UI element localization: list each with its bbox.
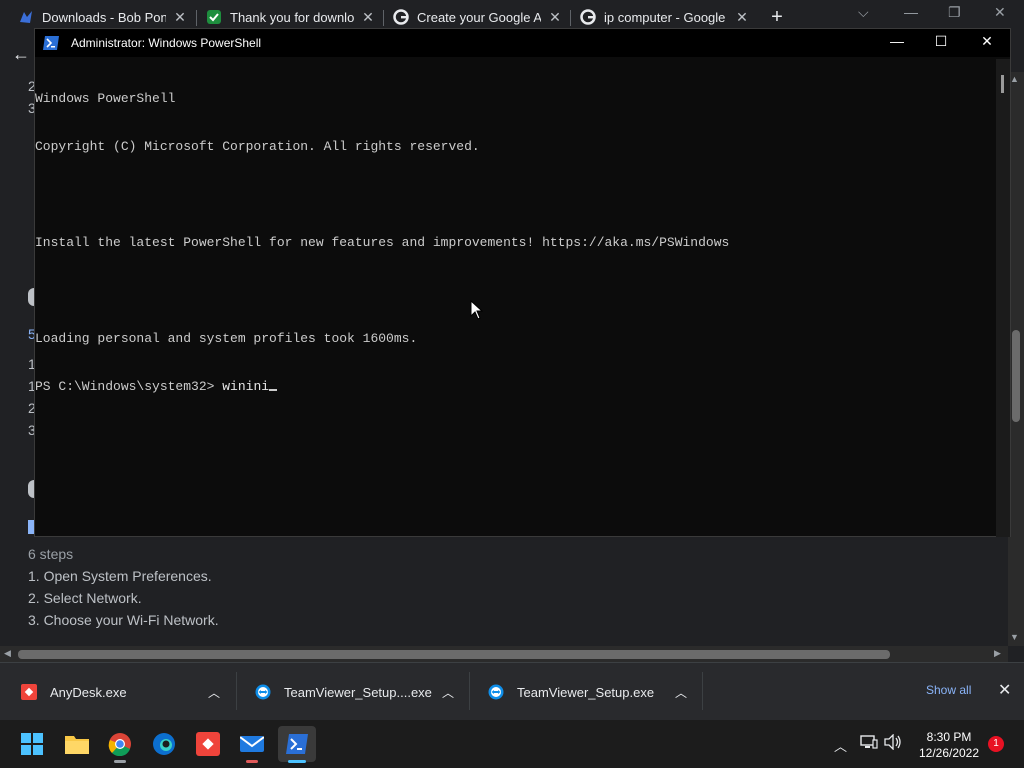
teamviewer-icon <box>487 683 505 701</box>
tab-title: ip computer - Google S <box>604 9 728 25</box>
chevron-up-icon[interactable]: ︿ <box>208 684 220 701</box>
tab-downloads-bob-pony[interactable]: Downloads - Bob Pony ✕ <box>8 4 188 30</box>
tab-search-chevron-icon[interactable]: ⌵ <box>858 4 869 21</box>
minimize-button[interactable]: — <box>883 33 911 49</box>
powershell-window[interactable]: Administrator: Windows PowerShell — ☐ ✕ … <box>34 28 1011 537</box>
chevron-up-icon[interactable]: ︿ <box>675 684 687 701</box>
close-downloads-bar-icon[interactable]: ✕ <box>998 680 1011 700</box>
page-horizontal-scroll-thumb[interactable] <box>18 650 890 659</box>
bob-pony-icon <box>18 9 34 25</box>
anydesk-icon <box>196 732 220 756</box>
start-button[interactable] <box>16 728 48 760</box>
google-icon <box>580 9 596 25</box>
notification-badge[interactable]: 1 <box>988 736 1004 752</box>
taskbar-anydesk[interactable] <box>192 728 224 760</box>
console-line: Copyright (C) Microsoft Corporation. All… <box>35 139 480 154</box>
steps-count: 6 steps <box>28 546 74 562</box>
console-scrollbar[interactable] <box>996 59 1010 537</box>
prompt-line[interactable]: PS C:\Windows\system32> winini <box>35 379 729 395</box>
scroll-left-icon[interactable]: ◀ <box>4 648 11 659</box>
prompt: PS C:\Windows\system32> <box>35 379 223 394</box>
close-tab-icon[interactable]: ✕ <box>547 9 563 26</box>
anydesk-icon <box>20 683 38 701</box>
text-cursor <box>269 389 278 391</box>
scroll-down-icon[interactable]: ▼ <box>1010 632 1019 642</box>
volume-icon[interactable] <box>884 733 902 753</box>
taskbar-file-explorer[interactable] <box>61 728 93 760</box>
maximize-button[interactable]: ☐ <box>927 33 955 50</box>
scroll-right-icon[interactable]: ▶ <box>994 648 1001 659</box>
tab-title: Downloads - Bob Pony <box>42 9 166 25</box>
network-icon[interactable] <box>860 734 878 753</box>
clock-time: 8:30 PM <box>926 730 972 744</box>
scroll-up-icon[interactable]: ▲ <box>1010 74 1019 84</box>
clock-date: 12/26/2022 <box>918 746 980 760</box>
download-item-teamviewer-1[interactable]: TeamViewer_Setup....exe ︿ <box>254 675 454 709</box>
download-filename: AnyDesk.exe <box>50 684 127 700</box>
tab-title: Thank you for downloa <box>230 9 354 25</box>
mouse-pointer-icon <box>470 300 484 320</box>
mail-icon <box>240 736 264 752</box>
download-check-icon <box>206 9 222 25</box>
browser-restore-button[interactable]: ❐ <box>948 4 961 21</box>
powershell-icon <box>286 734 308 754</box>
new-tab-button[interactable]: + <box>766 6 788 28</box>
browser-close-button[interactable]: ✕ <box>994 4 1006 21</box>
taskbar-edge[interactable] <box>148 728 180 760</box>
close-tab-icon[interactable]: ✕ <box>172 9 188 26</box>
tab-title: Create your Google Ac <box>417 9 541 25</box>
step-item: 3. Choose your Wi-Fi Network. <box>28 612 219 628</box>
step-item: 1. Open System Preferences. <box>28 568 212 584</box>
folder-icon <box>65 736 89 754</box>
google-icon <box>393 9 409 25</box>
windows-start-icon <box>21 733 43 755</box>
taskbar-mail[interactable] <box>236 728 268 760</box>
show-hidden-icons-chevron-icon[interactable]: ︿ <box>834 736 847 755</box>
chevron-up-icon[interactable]: ︿ <box>442 684 454 701</box>
show-all-downloads-button[interactable]: Show all <box>926 683 971 697</box>
console-line: Loading personal and system profiles too… <box>35 331 418 346</box>
console-scroll-thumb[interactable] <box>1001 75 1004 93</box>
download-item-anydesk[interactable]: AnyDesk.exe ︿ <box>20 675 220 709</box>
powershell-window-title: Administrator: Windows PowerShell <box>71 36 262 50</box>
close-tab-icon[interactable]: ✕ <box>734 9 750 26</box>
tab-create-google-account[interactable]: Create your Google Ac ✕ <box>383 4 563 30</box>
back-button[interactable]: ← <box>12 44 30 65</box>
close-button[interactable]: ✕ <box>973 33 1001 50</box>
powershell-icon <box>43 36 59 50</box>
download-item-teamviewer-2[interactable]: TeamViewer_Setup.exe ︿ <box>487 675 687 709</box>
console-line: Install the latest PowerShell for new fe… <box>35 235 730 250</box>
download-filename: TeamViewer_Setup.exe <box>517 684 655 700</box>
console-output[interactable]: Windows PowerShell Copyright (C) Microso… <box>35 59 729 427</box>
taskbar-chrome[interactable] <box>104 728 136 760</box>
taskbar-clock[interactable]: 8:30 PM 12/26/2022 <box>914 729 984 761</box>
download-filename: TeamViewer_Setup....exe <box>284 684 432 700</box>
typed-command[interactable]: winini <box>222 379 269 394</box>
edge-icon <box>153 733 175 755</box>
console-line: Windows PowerShell <box>35 91 176 106</box>
close-tab-icon[interactable]: ✕ <box>360 9 376 26</box>
tab-thank-you[interactable]: Thank you for downloa ✕ <box>196 4 376 30</box>
browser-minimize-button[interactable]: — <box>904 4 918 20</box>
chrome-icon <box>108 733 131 756</box>
teamviewer-icon <box>254 683 272 701</box>
tab-ip-computer[interactable]: ip computer - Google S ✕ <box>570 4 750 30</box>
step-item: 2. Select Network. <box>28 590 142 606</box>
page-vertical-scroll-thumb[interactable] <box>1012 330 1020 422</box>
taskbar-powershell[interactable] <box>278 726 316 762</box>
powershell-titlebar[interactable]: Administrator: Windows PowerShell — ☐ ✕ <box>35 29 1010 57</box>
